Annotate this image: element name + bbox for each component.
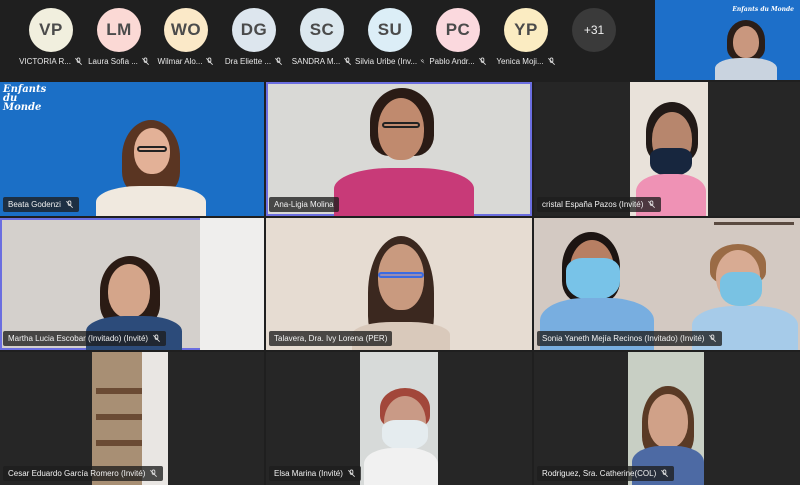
participant-avatar[interactable]: YP Yenica Moji... <box>491 8 561 74</box>
participant-name: Beata Godenzi <box>8 200 61 209</box>
video-tile[interactable]: Sonia Yaneth Mejía Recinos (Invitado) (I… <box>534 218 800 350</box>
meeting-window: VP VICTORIA R... LM Laura Sofia ... WO W… <box>0 0 800 485</box>
video-tile[interactable]: Rodriguez, Sra. Catherine(COL) <box>534 352 800 485</box>
avatar: SC <box>300 8 344 52</box>
participant-name: Martha Lucia Escobar (Invitado) (Invité) <box>8 334 149 343</box>
avatar: SU <box>368 8 412 52</box>
mic-muted-icon <box>709 334 717 342</box>
participant-name: Talavera, Dra. Ivy Lorena (PER) <box>274 334 388 343</box>
participant-name-tag: Rodriguez, Sra. Catherine(COL) <box>537 466 675 481</box>
video-tile[interactable]: Cesar Eduardo García Romero (Invité) <box>0 352 264 485</box>
avatar: YP <box>504 8 548 52</box>
avatar: LM <box>97 8 141 52</box>
participant-name: Dra Eliette ... <box>224 57 272 66</box>
participant-name: cristal España Pazos (Invité) <box>542 200 644 209</box>
participant-name-tag: Cesar Eduardo García Romero (Invité) <box>3 466 164 481</box>
participant-name-tag: Talavera, Dra. Ivy Lorena (PER) <box>269 331 393 346</box>
participant-name: Pablo Andr... <box>429 57 475 66</box>
video-tile[interactable]: Enfants du Monde Beata Godenzi <box>0 82 264 216</box>
video-tile[interactable]: Elsa Marina (Invité) <box>266 352 532 485</box>
avatar: PC <box>436 8 480 52</box>
participant-avatar[interactable]: SC SANDRA M... <box>287 8 357 74</box>
brand-logo: Enfants du Monde <box>3 84 47 113</box>
mic-muted-icon <box>141 57 149 65</box>
participant-name-tag: Beata Godenzi <box>3 197 79 212</box>
participant-avatar[interactable]: DG Dra Eliette ... <box>219 8 289 74</box>
more-count: +31 <box>572 8 616 52</box>
self-view[interactable]: Enfants du Monde <box>655 0 800 80</box>
participant-name: Laura Sofia ... <box>88 57 138 66</box>
avatar: DG <box>232 8 276 52</box>
participant-name: Cesar Eduardo García Romero (Invité) <box>8 469 146 478</box>
participant-name: Sonia Yaneth Mejía Recinos (Invitado) (I… <box>542 334 705 343</box>
participant-name: SANDRA M... <box>291 57 341 66</box>
participant-name: VICTORIA R... <box>19 57 71 66</box>
avatar: VP <box>29 8 73 52</box>
mic-muted-icon <box>206 57 214 65</box>
video-tile-active-speaker[interactable]: Ana-Ligia Molina <box>266 82 532 216</box>
participant-strip: VP VICTORIA R... LM Laura Sofia ... WO W… <box>0 0 650 80</box>
mic-muted-icon <box>275 57 283 65</box>
participant-name: Elsa Marina (Invité) <box>274 469 343 478</box>
participant-avatar[interactable]: VP VICTORIA R... <box>16 8 86 74</box>
brand-logo: Enfants du Monde <box>732 6 794 13</box>
mic-muted-icon <box>150 469 158 477</box>
mic-muted-icon <box>153 334 161 342</box>
mic-muted-icon <box>547 57 555 65</box>
mic-muted-icon <box>478 57 486 65</box>
participant-name: Rodriguez, Sra. Catherine(COL) <box>542 469 657 478</box>
participant-name: Wilmar Alo... <box>157 57 203 66</box>
mic-muted-icon <box>344 57 352 65</box>
participant-name: Ana-Ligia Molina <box>274 200 334 209</box>
participant-avatar[interactable]: WO Wilmar Alo... <box>151 8 221 74</box>
participant-avatar[interactable]: PC Pablo Andr... <box>423 8 493 74</box>
mic-muted-icon <box>661 469 669 477</box>
more-participants-button[interactable]: +31 <box>559 8 629 74</box>
participant-avatar[interactable]: LM Laura Sofia ... <box>84 8 154 74</box>
video-tile[interactable]: Talavera, Dra. Ivy Lorena (PER) <box>266 218 532 350</box>
participant-name-tag: Elsa Marina (Invité) <box>269 466 361 481</box>
participant-avatar[interactable]: SU Silvia Uribe (Inv... <box>355 8 425 74</box>
participant-name-tag: Sonia Yaneth Mejía Recinos (Invitado) (I… <box>537 331 723 346</box>
mic-muted-icon <box>648 200 656 208</box>
video-tile[interactable]: Martha Lucia Escobar (Invitado) (Invité) <box>0 218 264 350</box>
participant-name-tag: cristal España Pazos (Invité) <box>537 197 662 212</box>
avatar: WO <box>164 8 208 52</box>
participant-name: Yenica Moji... <box>496 57 544 66</box>
video-tile[interactable]: cristal España Pazos (Invité) <box>534 82 800 216</box>
mic-muted-icon <box>65 200 73 208</box>
participant-name: Silvia Uribe (Inv... <box>355 57 418 66</box>
mic-muted-icon <box>347 469 355 477</box>
participant-name-tag: Martha Lucia Escobar (Invitado) (Invité) <box>3 331 167 346</box>
mic-muted-icon <box>74 57 82 65</box>
participant-name-tag: Ana-Ligia Molina <box>269 197 339 212</box>
